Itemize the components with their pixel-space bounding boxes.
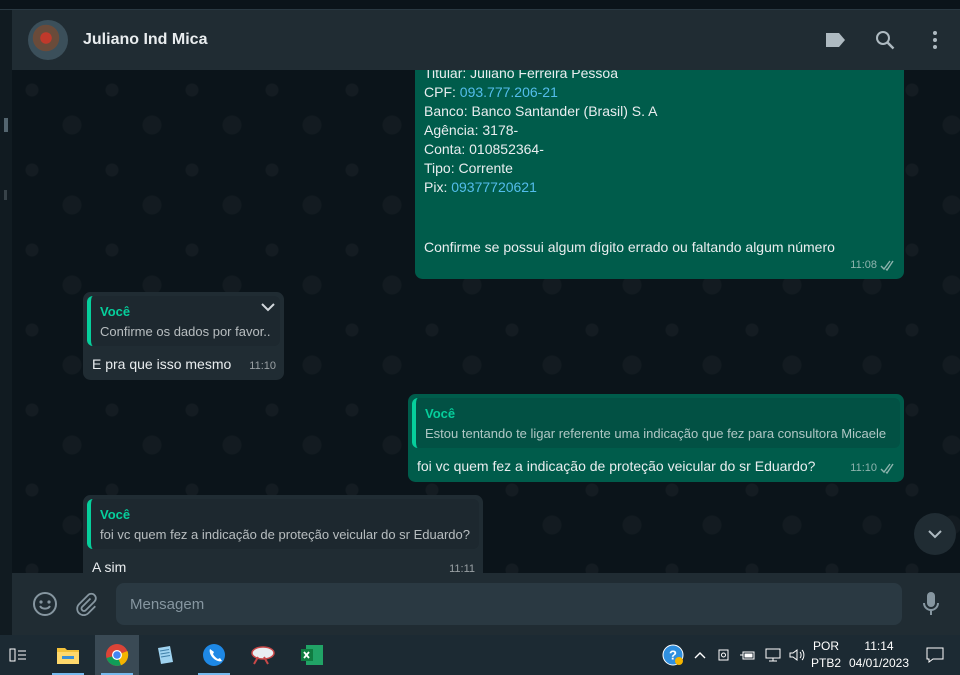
- message-meta: 11:10: [850, 459, 896, 478]
- battery-plug-icon[interactable]: [737, 635, 759, 675]
- message-meta: 11:08: [850, 256, 896, 275]
- quote-text: Estou tentando te ligar referente uma in…: [425, 426, 887, 441]
- message-time: 11:11: [449, 563, 475, 573]
- language-indicator[interactable]: POR PTB2: [808, 635, 844, 675]
- quote-author: Você: [100, 304, 131, 319]
- message-outgoing-2[interactable]: Você Estou tentando te ligar referente u…: [408, 394, 904, 482]
- microphone-icon[interactable]: [915, 588, 947, 620]
- message-bank-details[interactable]: Titular: Juliano Ferreira Pessoa CPF: 09…: [415, 70, 904, 279]
- header-actions: [810, 10, 960, 70]
- pane-scroll-indicator: [4, 118, 8, 132]
- notepad-icon[interactable]: [143, 635, 187, 675]
- os-taskbar: ? POR PTB2 11:14 04/01/2023: [0, 635, 960, 675]
- quote-text: Confirme os dados por favor..: [100, 324, 271, 339]
- message-time: 11:10: [249, 360, 276, 372]
- menu-icon[interactable]: [910, 10, 960, 70]
- message-incoming-1[interactable]: Você Confirme os dados por favor.. E pra…: [83, 292, 284, 380]
- clock-date: 04/01/2023: [848, 656, 910, 670]
- message-text: E pra que isso mesmo: [92, 356, 232, 372]
- clock-time: 11:14: [864, 639, 894, 653]
- contact-avatar[interactable]: [28, 20, 68, 60]
- scroll-to-bottom-button[interactable]: [914, 513, 956, 555]
- label-icon[interactable]: [810, 10, 860, 70]
- phone-app-icon[interactable]: [192, 635, 236, 675]
- cpf-link[interactable]: 093.777.206-21: [460, 84, 558, 100]
- quoted-message[interactable]: Você Estou tentando te ligar referente u…: [412, 398, 900, 448]
- message-incoming-3[interactable]: Você foi vc quem fez a indicação de prot…: [83, 495, 483, 573]
- volume-icon[interactable]: [786, 635, 808, 675]
- message-meta: 11:11: [449, 560, 475, 573]
- contact-name[interactable]: Juliano Ind Mica: [83, 31, 207, 49]
- bank-line-bank: Banco: Banco Santander (Brasil) S. A: [424, 103, 658, 119]
- bank-line-account: Conta: 010852364-: [424, 141, 544, 157]
- pane-scroll-indicator-secondary: [4, 190, 7, 200]
- message-meta: 11:10: [249, 357, 276, 376]
- bank-line-cpf: CPF: 093.777.206-21: [424, 84, 558, 100]
- clock[interactable]: 11:14 04/01/2023: [846, 635, 912, 675]
- quoted-message[interactable]: Você Confirme os dados por favor..: [87, 296, 280, 346]
- window-top-strip: [0, 0, 960, 10]
- message-list[interactable]: Titular: Juliano Ferreira Pessoa CPF: 09…: [12, 70, 960, 573]
- chevron-down-icon[interactable]: [260, 302, 276, 312]
- file-explorer-icon[interactable]: [46, 635, 90, 675]
- bank-line-agency: Agência: 3178-: [424, 122, 519, 138]
- message-time: 11:10: [850, 462, 877, 474]
- search-icon[interactable]: [860, 10, 910, 70]
- quote-author: Você: [425, 406, 456, 421]
- quote-text: foi vc quem fez a indicação de proteção …: [100, 527, 470, 542]
- quoted-message[interactable]: Você foi vc quem fez a indicação de prot…: [87, 499, 479, 549]
- message-input[interactable]: [116, 583, 902, 625]
- message-text: A sim: [92, 559, 127, 573]
- bank-line-type: Tipo: Corrente: [424, 160, 513, 176]
- bank-line-holder: Titular: Juliano Ferreira Pessoa: [424, 70, 619, 81]
- help-icon[interactable]: ?: [660, 635, 686, 675]
- double-check-icon: [880, 463, 894, 474]
- message-time: 11:08: [850, 259, 877, 271]
- compose-bar: [12, 573, 960, 635]
- keyboard-layout: PTB2: [810, 656, 841, 670]
- chat-list-pane-edge: [0, 10, 12, 635]
- pix-link[interactable]: 09377720621: [451, 179, 537, 195]
- excel-icon[interactable]: [290, 635, 334, 675]
- task-view-icon[interactable]: [0, 635, 36, 675]
- emoji-icon[interactable]: [29, 588, 61, 620]
- quote-author: Você: [100, 507, 131, 522]
- snipping-tool-icon[interactable]: [241, 635, 285, 675]
- bank-line-pix: Pix: 09377720621: [424, 179, 537, 195]
- chevron-up-icon[interactable]: [690, 635, 710, 675]
- chrome-icon[interactable]: [95, 635, 139, 675]
- message-text: foi vc quem fez a indicação de proteção …: [417, 458, 816, 474]
- notification-icon[interactable]: [920, 635, 950, 675]
- language-code: POR: [812, 639, 839, 653]
- meet-now-icon[interactable]: [714, 635, 734, 675]
- message-text: Confirme se possui algum dígito errado o…: [424, 239, 835, 255]
- network-icon[interactable]: [762, 635, 784, 675]
- chevron-down-icon: [928, 530, 942, 539]
- chat-header: Juliano Ind Mica: [12, 10, 960, 70]
- attach-icon[interactable]: [70, 588, 102, 620]
- double-check-icon: [880, 260, 894, 271]
